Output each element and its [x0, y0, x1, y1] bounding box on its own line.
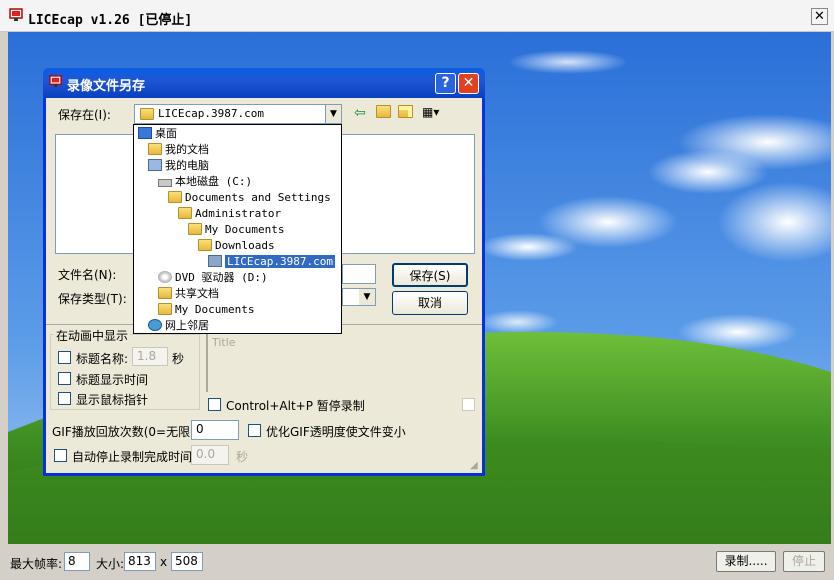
save-in-value: LICEcap.3987.com: [158, 107, 264, 120]
extra-checkbox[interactable]: [462, 398, 475, 411]
dropdown-item-licecap-selected[interactable]: LICEcap.3987.com: [208, 254, 335, 270]
folder-icon: [158, 287, 172, 299]
app-title: LICEcap v1.26 [已停止]: [28, 13, 193, 28]
auto-stop-unit: 秒: [236, 450, 249, 464]
gif-repeat-label: GIF播放回放次数(0=无限):: [52, 425, 199, 439]
title-name-input[interactable]: 1.8: [132, 347, 168, 366]
dropdown-item-administrator[interactable]: Administrator: [178, 206, 281, 222]
auto-stop-input[interactable]: 0.0: [191, 445, 229, 465]
dvd-drive-icon: [158, 271, 172, 283]
dropdown-item-dvd-drive[interactable]: DVD 驱动器 (D:): [158, 270, 268, 286]
filename-label: 文件名(N):: [58, 268, 117, 282]
folder-icon: [208, 255, 222, 267]
chevron-down-icon[interactable]: ▼: [325, 105, 341, 123]
dropdown-item-my-documents[interactable]: 我的文档: [148, 142, 209, 158]
desktop-icon: [138, 127, 152, 139]
folder-icon: [140, 108, 154, 120]
folder-icon: [188, 223, 202, 235]
filename-input[interactable]: [342, 264, 376, 284]
width-input[interactable]: 813: [124, 552, 156, 571]
up-folder-icon[interactable]: [376, 105, 391, 121]
auto-stop-checkbox[interactable]: [54, 449, 67, 462]
size-x-separator: x: [160, 555, 168, 569]
max-fps-input[interactable]: 8: [64, 552, 90, 571]
height-input[interactable]: 508: [171, 552, 203, 571]
folder-icon: [168, 191, 182, 203]
auto-stop-label: 自动停止录制完成时间: [72, 450, 193, 464]
ctrl-alt-p-checkbox[interactable]: [208, 398, 221, 411]
show-title-time-label: 标题显示时间: [76, 373, 149, 387]
optimize-gif-label: 优化GIF透明度使文件变小: [266, 425, 406, 439]
dropdown-item-local-disk[interactable]: 本地磁盘 (C:): [158, 174, 252, 190]
app-title-bar: LICEcap v1.26 [已停止] ✕: [0, 0, 834, 32]
title-name-checkbox[interactable]: [58, 351, 71, 364]
new-folder-icon[interactable]: [398, 105, 413, 121]
status-bar: 最大帧率: 8 大小: 813 x 508 录制..... 停止: [0, 546, 834, 580]
dialog-logo-icon: [49, 75, 62, 88]
save-in-dropdown-list[interactable]: 桌面 我的文档 我的电脑 本地磁盘 (C:) Documents and Set…: [133, 124, 342, 334]
dropdown-item-shared-docs[interactable]: 共享文档: [158, 286, 219, 302]
dialog-title-bar: 录像文件另存 ? ✕: [43, 68, 485, 98]
cancel-button[interactable]: 取消: [392, 291, 468, 315]
help-button[interactable]: ?: [435, 73, 456, 94]
optimize-gif-checkbox[interactable]: [248, 424, 261, 437]
filetype-label: 保存类型(T):: [58, 292, 127, 306]
dialog-title: 录像文件另存: [67, 79, 146, 94]
gif-repeat-input[interactable]: 0: [191, 420, 239, 440]
folder-icon: [158, 303, 172, 315]
dropdown-item-desktop[interactable]: 桌面: [138, 126, 177, 142]
local-disk-icon: [158, 179, 172, 187]
dropdown-item-network[interactable]: 网上邻居: [148, 318, 209, 334]
resize-grip-icon[interactable]: ◢: [470, 460, 478, 471]
save-in-label: 保存在(I):: [58, 108, 111, 122]
show-title-time-checkbox[interactable]: [58, 372, 71, 385]
view-menu-icon[interactable]: ▦▾: [422, 105, 439, 119]
folder-icon: [198, 239, 212, 251]
ctrl-alt-p-label: Control+Alt+P 暂停录制: [226, 399, 365, 413]
dialog-close-button[interactable]: ✕: [458, 73, 479, 94]
dropdown-item-my-computer[interactable]: 我的电脑: [148, 158, 209, 174]
save-button[interactable]: 保存(S): [392, 263, 468, 287]
title-text-area[interactable]: Title: [206, 334, 482, 392]
my-documents-icon: [148, 143, 162, 155]
filetype-select[interactable]: ▼: [342, 288, 376, 306]
dropdown-item-my-documents-folder[interactable]: My Documents: [188, 222, 284, 238]
stop-button[interactable]: 停止: [783, 551, 825, 572]
network-icon: [148, 319, 162, 331]
save-in-combo[interactable]: LICEcap.3987.com ▼: [134, 104, 342, 124]
display-group-label: 在动画中显示: [54, 327, 131, 344]
back-arrow-icon[interactable]: ⇦: [354, 105, 366, 121]
show-cursor-checkbox[interactable]: [58, 392, 71, 405]
title-name-label: 标题名称:: [76, 352, 129, 366]
show-cursor-label: 显示鼠标指针: [76, 393, 149, 407]
title-seconds-unit: 秒: [172, 352, 185, 366]
max-fps-label: 最大帧率:: [10, 557, 63, 571]
record-button[interactable]: 录制.....: [716, 551, 776, 572]
my-computer-icon: [148, 159, 162, 171]
title-placeholder: Title: [212, 336, 236, 349]
folder-icon: [178, 207, 192, 219]
app-logo-icon: [9, 8, 23, 21]
chevron-down-icon[interactable]: ▼: [359, 289, 375, 305]
size-label: 大小:: [96, 557, 125, 571]
app-close-button[interactable]: ✕: [811, 8, 828, 25]
dropdown-item-my-documents-2[interactable]: My Documents: [158, 302, 254, 318]
dropdown-item-downloads[interactable]: Downloads: [198, 238, 275, 254]
dropdown-item-documents-and-settings[interactable]: Documents and Settings: [168, 190, 331, 206]
